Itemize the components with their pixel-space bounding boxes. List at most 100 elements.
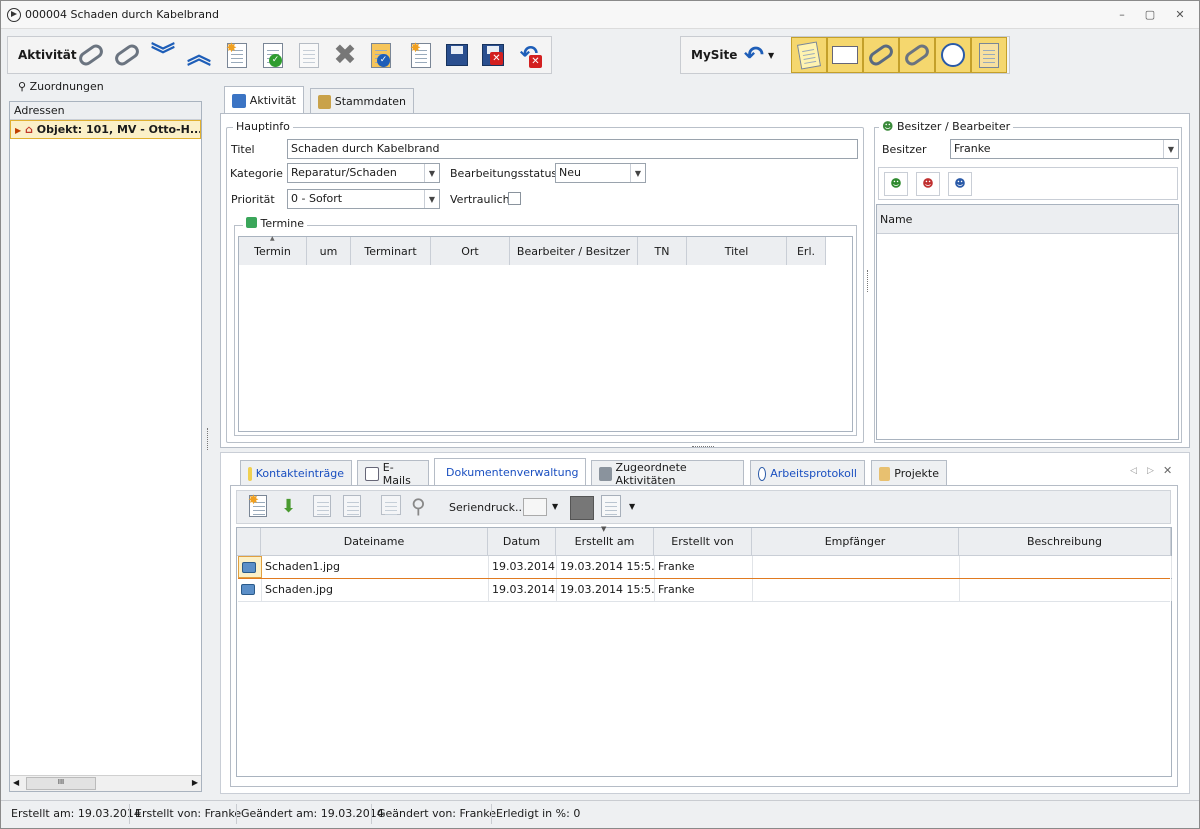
clock-button[interactable] [935, 37, 971, 73]
add-link-button[interactable] [76, 40, 106, 70]
expand-arrow-icon[interactable]: ▶ [15, 126, 21, 135]
sort-arrow-icon: ▲ [270, 235, 275, 242]
col-icon [237, 528, 261, 555]
clipboard-button[interactable] [971, 37, 1007, 73]
undo-dropdown-button[interactable]: ↶ ▼ [737, 40, 781, 70]
col-empfaenger[interactable]: Empfänger [752, 528, 959, 555]
tab-projekte[interactable]: Projekte [871, 460, 947, 486]
restore-button[interactable]: ▢ [1143, 9, 1157, 21]
col-erl[interactable]: Erl. [787, 237, 826, 265]
undo-close-button[interactable]: ↶✕ [514, 40, 544, 70]
delete-button[interactable]: ✖ [330, 40, 360, 70]
kategorie-select[interactable]: Reparatur/Schaden ▼ [287, 163, 440, 183]
email-button[interactable] [827, 37, 863, 73]
scroll-left-icon[interactable]: ◀ [13, 778, 19, 787]
tab-close-icon[interactable]: ✕ [1163, 464, 1172, 477]
sidebar-item-objekt[interactable]: ▶ ⌂ Objekt: 101, MV - Otto-H... [10, 120, 201, 139]
minimize-button[interactable]: – [1115, 9, 1129, 21]
collapse-up-button[interactable]: ︽ [184, 40, 214, 70]
chevron-down-icon[interactable]: ▼ [629, 502, 635, 511]
col-ort[interactable]: Ort [431, 237, 510, 265]
search-icon: ⚲ [411, 494, 426, 518]
sidebar-splitter[interactable] [207, 428, 209, 450]
seriendruck-button[interactable]: Seriendruck... [449, 501, 525, 514]
chevron-down-icon[interactable]: ▼ [552, 502, 558, 511]
cell-beschreibung [960, 579, 1172, 601]
table-row[interactable]: Schaden1.jpg 19.03.2014 19.03.2014 15:5.… [238, 556, 1172, 579]
mail-merge-button[interactable] [523, 498, 547, 516]
link-button[interactable] [899, 37, 935, 73]
swap-user-button[interactable]: ☻ [948, 172, 972, 196]
remove-link-button[interactable] [112, 40, 142, 70]
tab-zugeordnete-aktivitaeten[interactable]: Zugeordnete Aktivitäten [591, 460, 744, 487]
edit-file-button[interactable] [313, 495, 335, 519]
close-button[interactable]: ✕ [1173, 9, 1187, 21]
prioritaet-select[interactable]: 0 - Sofort ▼ [287, 189, 440, 209]
horizontal-splitter[interactable] [692, 446, 714, 448]
chevron-down-icon[interactable]: ▼ [630, 164, 645, 182]
save-button[interactable] [442, 40, 472, 70]
tab-stammdaten-label: Stammdaten [334, 95, 406, 108]
chevron-down-icon[interactable]: ▼ [1163, 140, 1178, 158]
complete-document-button[interactable]: ✓ [258, 40, 288, 70]
scroll-right-icon[interactable]: ▶ [192, 778, 198, 787]
import-button[interactable]: ⬇ [281, 496, 296, 517]
vertraulich-checkbox[interactable] [508, 192, 521, 205]
vertical-splitter[interactable] [867, 270, 869, 292]
titel-field[interactable]: Schaden durch Kabelbrand [287, 139, 858, 159]
chevron-down-icon[interactable]: ▼ [424, 190, 439, 208]
attachment-button[interactable] [863, 37, 899, 73]
col-beschreibung[interactable]: Beschreibung [959, 528, 1171, 555]
activity-toolbar: Aktivität ︾ ︽ ✸ ✓ ✖ ✓ ✸ ✕ ↶✕ [7, 36, 552, 74]
col-tn[interactable]: TN [638, 237, 687, 265]
remove-user-button[interactable]: ☻ [916, 172, 940, 196]
bearbeitungsstatus-select[interactable]: Neu ▼ [555, 163, 646, 183]
users-icon: ☻ [882, 120, 894, 133]
tab-kontakteintraege[interactable]: Kontakteinträge [240, 460, 352, 486]
save-close-button[interactable]: ✕ [478, 40, 508, 70]
tab-aktivitaet[interactable]: Aktivität [224, 86, 304, 114]
checklist-button[interactable]: ✓ [366, 40, 396, 70]
edit-document-button[interactable] [294, 40, 324, 70]
col-datum[interactable]: Datum [488, 528, 556, 555]
search-button[interactable]: ⚲ [411, 494, 426, 518]
export-button[interactable] [601, 495, 623, 519]
col-bearbeiter[interactable]: Bearbeiter / Besitzer [510, 237, 638, 265]
cell-erstellt-von: Franke [655, 556, 753, 578]
new-record-button[interactable]: ✸ [406, 40, 436, 70]
besitzer-label: Besitzer [882, 143, 927, 156]
tab-aktivitaet-label: Aktivität [249, 94, 296, 107]
tab-stammdaten[interactable]: Stammdaten [310, 88, 414, 114]
tab-emails[interactable]: E-Mails [357, 460, 429, 487]
chevron-down-icon[interactable]: ▼ [424, 164, 439, 182]
name-column-header[interactable]: Name [877, 205, 1178, 234]
scroll-thumb[interactable]: III [26, 777, 96, 790]
besitzer-select[interactable]: Franke ▼ [950, 139, 1179, 159]
table-row[interactable]: Schaden.jpg 19.03.2014 19.03.2014 15:5..… [238, 579, 1172, 602]
new-file-icon: ✸ [248, 493, 267, 517]
notes-button[interactable] [791, 37, 827, 73]
envelope-icon [365, 466, 379, 481]
folder-button[interactable] [381, 495, 403, 519]
horizontal-scrollbar[interactable]: ◀ III ▶ [10, 775, 201, 791]
new-file-button[interactable]: ✸ [248, 493, 271, 519]
expand-down-button[interactable]: ︾ [148, 40, 178, 70]
app-icon[interactable] [7, 8, 21, 22]
tab-scroll-left-icon[interactable]: ◁ [1130, 466, 1137, 476]
col-um[interactable]: um [307, 237, 351, 265]
new-document-button[interactable]: ✸ [222, 40, 252, 70]
titel-label: Titel [231, 143, 255, 156]
col-terminart[interactable]: Terminart [351, 237, 431, 265]
tab-dokumentenverwaltung[interactable]: Dokumentenverwaltung [434, 458, 586, 486]
erstellt-am-label: Erstellt am: [11, 807, 75, 820]
col-erstellt-von[interactable]: Erstellt von [654, 528, 752, 555]
col-titel[interactable]: Titel [687, 237, 787, 265]
print-button[interactable] [570, 496, 594, 520]
documents-toolbar: ✸ ⬇ ⚲ Seriendruck... ▼ ▼ [236, 490, 1171, 524]
copy-file-button[interactable] [343, 495, 365, 519]
status-erstellt-am: Erstellt am: 19.03.2014 [11, 807, 141, 820]
add-user-button[interactable]: ☻ [884, 172, 908, 196]
col-dateiname[interactable]: Dateiname [261, 528, 488, 555]
tab-scroll-right-icon[interactable]: ▷ [1147, 466, 1154, 476]
tab-arbeitsprotokoll[interactable]: Arbeitsprotokoll [750, 460, 865, 486]
